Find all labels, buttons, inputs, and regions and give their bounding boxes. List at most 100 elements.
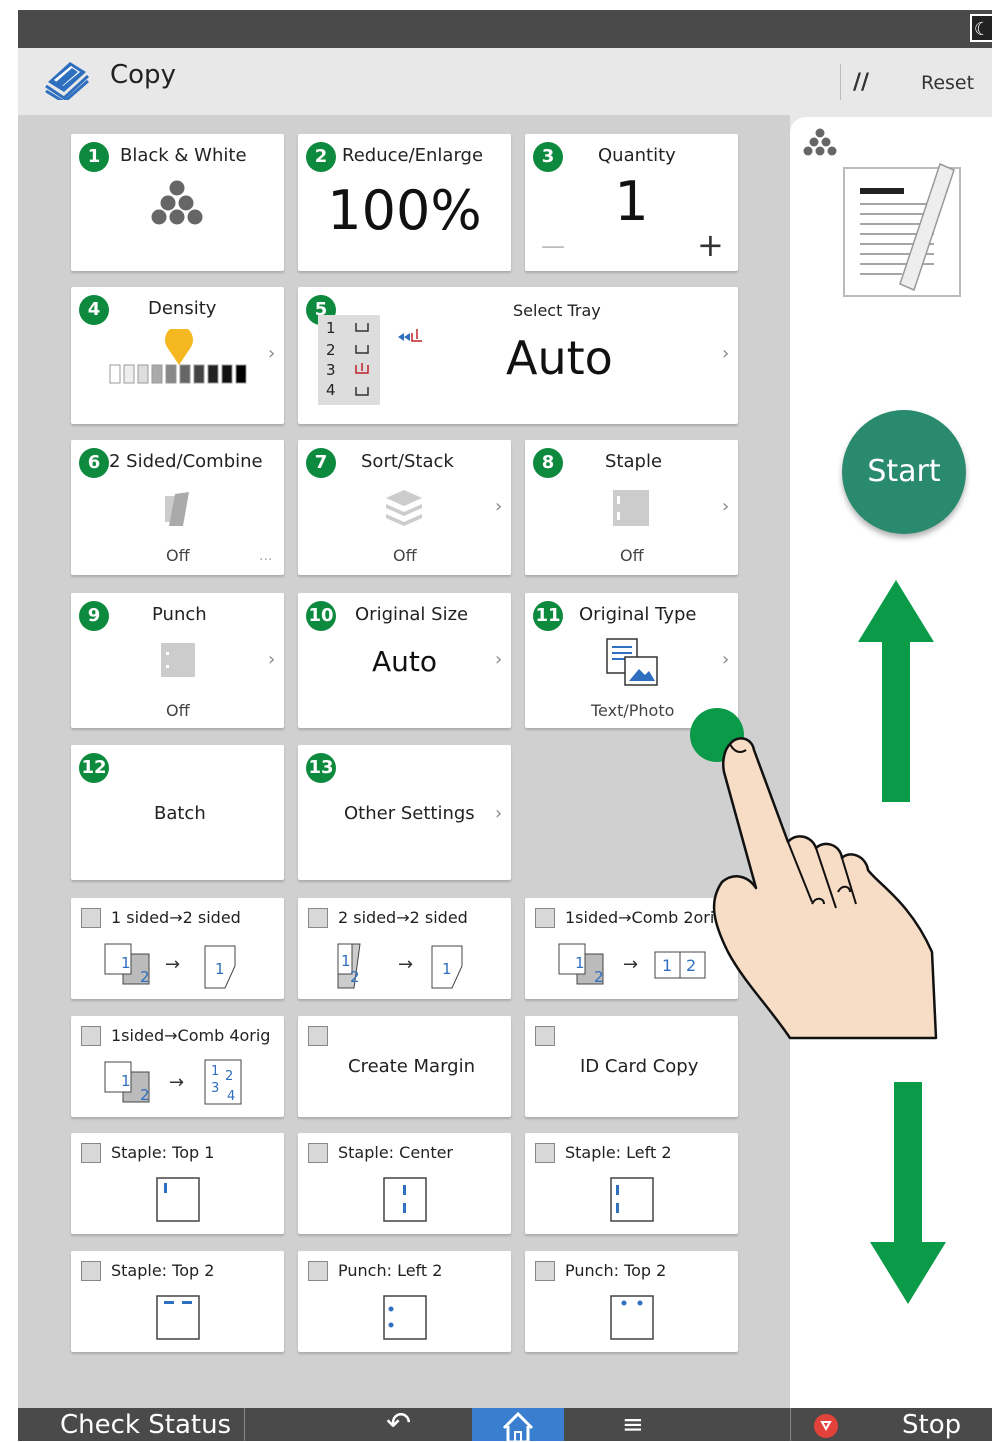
punch-top-icon <box>610 1295 654 1340</box>
reset-icon[interactable]: // <box>853 70 869 95</box>
check-status-button[interactable]: Check Status <box>60 1410 231 1440</box>
shortcut-checkbox[interactable] <box>535 1143 555 1163</box>
tray-number-1: 1 <box>326 319 336 337</box>
shortcut-label: ID Card Copy <box>580 1056 699 1077</box>
shortcut-create-margin[interactable]: Create Margin <box>298 1016 511 1117</box>
staple-value: Off <box>620 546 644 565</box>
other-settings-tile[interactable]: 13 Other Settings › <box>298 745 511 880</box>
page-number-2: 2 <box>594 968 604 986</box>
zoom-value: 100% <box>327 179 482 242</box>
original-type-tile[interactable]: 11 Original Type Text/Photo › <box>525 593 738 728</box>
stop-button[interactable]: Stop <box>902 1410 961 1440</box>
page-number-2: 2 <box>350 968 360 986</box>
density-tile[interactable]: 4 Density › <box>71 287 284 424</box>
svg-text:→: → <box>169 1072 184 1093</box>
menu-icon[interactable]: ≡ <box>622 1410 644 1440</box>
badge-7: 7 <box>306 448 336 478</box>
page-number-4: 4 <box>227 1089 235 1104</box>
reset-button[interactable]: Reset <box>921 72 974 94</box>
original-size-label: Original Size <box>355 604 469 625</box>
shortcut-checkbox[interactable] <box>535 1261 555 1281</box>
shortcut-punch-top2[interactable]: Punch: Top 2 <box>525 1251 738 1352</box>
chevron-right-icon: › <box>495 803 503 824</box>
staple-top-left-icon <box>156 1177 200 1222</box>
badge-8: 8 <box>533 448 563 478</box>
shortcut-checkbox[interactable] <box>81 1026 101 1046</box>
copy-app-icon <box>45 62 90 100</box>
density-scale-icon <box>109 329 247 384</box>
original-size-tile[interactable]: 10 Original Size Auto › <box>298 593 511 728</box>
shortcut-2sided-2sided[interactable]: 2 sided→2 sided 1 2 → 1 <box>298 898 511 999</box>
shortcut-staple-center[interactable]: Staple: Center <box>298 1133 511 1234</box>
tray-value: Auto <box>506 331 613 385</box>
punch-left-icon <box>383 1295 427 1340</box>
shortcut-checkbox[interactable] <box>308 908 328 928</box>
staple-top-icon <box>156 1295 200 1340</box>
staple-left-icon <box>610 1177 654 1222</box>
toner-dots-icon <box>151 180 203 225</box>
shortcut-checkbox[interactable] <box>81 1143 101 1163</box>
toner-dots-icon <box>803 128 837 156</box>
minus-button[interactable]: — <box>541 232 565 260</box>
duplex-label: 2 Sided/Combine <box>109 451 263 472</box>
shortcut-comb-4orig[interactable]: 1sided→Comb 4orig 1 2 → 12 34 <box>71 1016 284 1117</box>
more-icon: ··· <box>259 552 273 568</box>
power-icon[interactable]: ☾ <box>970 14 992 42</box>
pointing-hand-icon <box>712 737 938 1040</box>
shortcut-checkbox[interactable] <box>308 1026 328 1046</box>
combine-conversion-icon: 1 2 → 1 2 <box>558 943 706 986</box>
page-number-1: 1 <box>211 1064 219 1079</box>
shortcut-staple-left2[interactable]: Staple: Left 2 <box>525 1133 738 1234</box>
start-button[interactable]: Start <box>842 410 966 534</box>
shortcut-checkbox[interactable] <box>535 1026 555 1046</box>
page-number-1: 1 <box>442 960 452 978</box>
shortcut-checkbox[interactable] <box>535 908 555 928</box>
other-settings-label: Other Settings <box>344 803 475 824</box>
staple-center-icon <box>383 1177 427 1222</box>
home-button[interactable] <box>472 1408 564 1442</box>
page-number-1: 1 <box>662 956 672 975</box>
shortcut-checkbox[interactable] <box>308 1261 328 1281</box>
original-size-value: Auto <box>371 645 437 678</box>
select-tray-tile[interactable]: 5 1 2 3 4 Select Tray Auto › <box>298 287 738 424</box>
reduce-enlarge-tile[interactable]: 2 Reduce/Enlarge 100% <box>298 134 511 271</box>
badge-11: 11 <box>533 601 563 631</box>
shortcut-punch-left2[interactable]: Punch: Left 2 <box>298 1251 511 1352</box>
duplex-tile[interactable]: 6 2 Sided/Combine Off ··· <box>71 440 284 575</box>
plus-button[interactable]: + <box>697 226 724 264</box>
shortcut-checkbox[interactable] <box>81 1261 101 1281</box>
density-label: Density <box>148 298 217 319</box>
chevron-right-icon: › <box>722 649 730 670</box>
batch-tile[interactable]: 12 Batch <box>71 745 284 880</box>
svg-text:→: → <box>165 954 180 975</box>
shortcut-checkbox[interactable] <box>308 1143 328 1163</box>
page-number-1: 1 <box>575 954 585 972</box>
staple-tile[interactable]: 8 Staple Off › <box>525 440 738 575</box>
page-number-1: 1 <box>215 960 225 978</box>
color-mode-tile[interactable]: 1 Black & White <box>71 134 284 271</box>
badge-4: 4 <box>79 295 109 325</box>
punch-tile[interactable]: 9 Punch Off › <box>71 593 284 728</box>
quantity-tile[interactable]: 3 Quantity 1 — + <box>525 134 738 271</box>
page-number-2: 2 <box>686 956 696 975</box>
stack-layers-icon <box>386 490 422 526</box>
back-icon[interactable]: ↶ <box>386 1406 411 1441</box>
color-mode-label: Black & White <box>120 145 247 166</box>
document-preview-icon <box>843 162 961 297</box>
quantity-label: Quantity <box>598 145 676 166</box>
shortcut-1sided-2sided[interactable]: 1 sided→2 sided 1 2 → 1 <box>71 898 284 999</box>
staple-page-icon <box>613 490 649 526</box>
shortcut-label: 2 sided→2 sided <box>338 908 468 927</box>
page-number-2: 2 <box>140 1086 150 1104</box>
shortcut-staple-top1[interactable]: Staple: Top 1 <box>71 1133 284 1234</box>
page-number-2: 2 <box>140 968 150 986</box>
sort-stack-tile[interactable]: 7 Sort/Stack Off › <box>298 440 511 575</box>
chevron-right-icon: › <box>268 343 276 364</box>
shortcut-staple-top2[interactable]: Staple: Top 2 <box>71 1251 284 1352</box>
badge-2: 2 <box>306 142 336 172</box>
text-photo-icon <box>606 638 658 686</box>
shortcut-label: Punch: Left 2 <box>338 1261 443 1280</box>
shortcut-checkbox[interactable] <box>81 908 101 928</box>
home-icon <box>502 1411 534 1442</box>
page-number-1: 1 <box>121 1072 131 1090</box>
